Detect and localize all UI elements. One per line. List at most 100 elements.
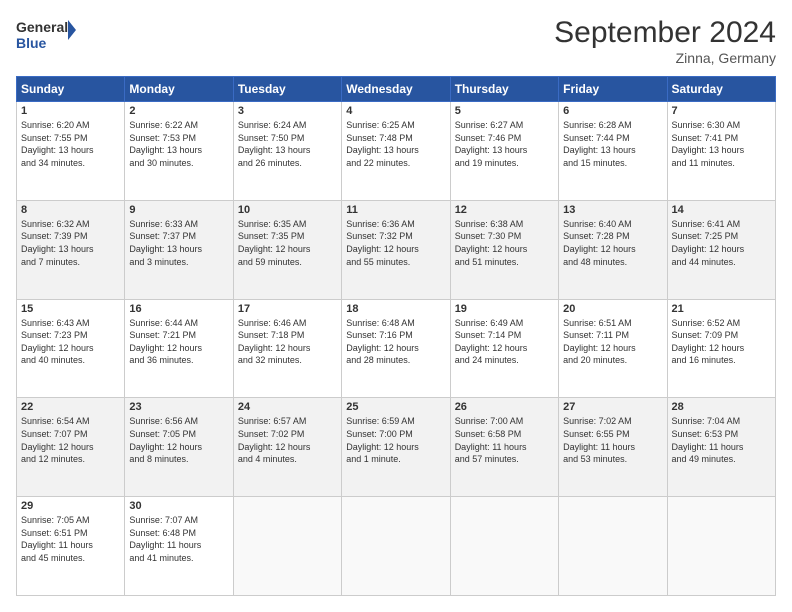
calendar-week-row: 22 Sunrise: 6:54 AM Sunset: 7:07 PM Dayli… [17, 398, 776, 497]
day-info: Sunrise: 6:35 AM Sunset: 7:35 PM Dayligh… [238, 218, 337, 268]
table-row [450, 497, 558, 596]
header-monday: Monday [125, 77, 233, 102]
table-row: 30 Sunrise: 7:07 AM Sunset: 6:48 PM Dayli… [125, 497, 233, 596]
header-wednesday: Wednesday [342, 77, 450, 102]
header-saturday: Saturday [667, 77, 775, 102]
day-number: 26 [455, 401, 554, 413]
table-row: 24 Sunrise: 6:57 AM Sunset: 7:02 PM Dayli… [233, 398, 341, 497]
table-row: 9Sunrise: 6:33 AM Sunset: 7:37 PM Daylig… [125, 200, 233, 299]
day-number: 5 [455, 105, 554, 117]
day-info: Sunrise: 7:02 AM Sunset: 6:55 PM Dayligh… [563, 415, 662, 465]
table-row: 17 Sunrise: 6:46 AM Sunset: 7:18 PM Dayli… [233, 299, 341, 398]
table-row [667, 497, 775, 596]
table-row: 1 Sunrise: 6:20 AM Sunset: 7:55 PM Daylig… [17, 102, 125, 201]
day-info: Sunrise: 6:41 AM Sunset: 7:25 PM Dayligh… [672, 218, 771, 268]
day-number: 20 [563, 303, 662, 315]
svg-text:General: General [16, 19, 68, 35]
day-number: 28 [672, 401, 771, 413]
day-info: Sunrise: 6:24 AM Sunset: 7:50 PM Dayligh… [238, 119, 337, 169]
day-info: Sunrise: 6:44 AM Sunset: 7:21 PM Dayligh… [129, 317, 228, 367]
day-info: Sunrise: 6:32 AM Sunset: 7:39 PM Dayligh… [21, 218, 120, 268]
day-info: Sunrise: 6:27 AM Sunset: 7:46 PM Dayligh… [455, 119, 554, 169]
table-row: 16 Sunrise: 6:44 AM Sunset: 7:21 PM Dayli… [125, 299, 233, 398]
day-number: 7 [672, 105, 771, 117]
day-number: 21 [672, 303, 771, 315]
day-info: Sunrise: 6:52 AM Sunset: 7:09 PM Dayligh… [672, 317, 771, 367]
table-row: 25 Sunrise: 6:59 AM Sunset: 7:00 PM Dayli… [342, 398, 450, 497]
table-row: 5 Sunrise: 6:27 AM Sunset: 7:46 PM Daylig… [450, 102, 558, 201]
header-friday: Friday [559, 77, 667, 102]
table-row: 29 Sunrise: 7:05 AM Sunset: 6:51 PM Dayli… [17, 497, 125, 596]
day-number: 1 [21, 105, 120, 117]
day-number: 4 [346, 105, 445, 117]
day-number: 17 [238, 303, 337, 315]
day-info: Sunrise: 6:33 AM Sunset: 7:37 PM Dayligh… [129, 218, 228, 268]
day-info: Sunrise: 7:07 AM Sunset: 6:48 PM Dayligh… [129, 514, 228, 564]
table-row: 12 Sunrise: 6:38 AM Sunset: 7:30 PM Dayli… [450, 200, 558, 299]
calendar-header-row: Sunday Monday Tuesday Wednesday Thursday… [17, 77, 776, 102]
day-number: 19 [455, 303, 554, 315]
table-row [342, 497, 450, 596]
table-row: 6Sunrise: 6:28 AM Sunset: 7:44 PM Daylig… [559, 102, 667, 201]
table-row: 19 Sunrise: 6:49 AM Sunset: 7:14 PM Dayli… [450, 299, 558, 398]
day-number: 10 [238, 204, 337, 216]
day-number: 16 [129, 303, 228, 315]
table-row: 22 Sunrise: 6:54 AM Sunset: 7:07 PM Dayli… [17, 398, 125, 497]
calendar-week-row: 15 Sunrise: 6:43 AM Sunset: 7:23 PM Dayli… [17, 299, 776, 398]
day-number: 12 [455, 204, 554, 216]
table-row: 2 Sunrise: 6:22 AM Sunset: 7:53 PM Daylig… [125, 102, 233, 201]
table-row: 20 Sunrise: 6:51 AM Sunset: 7:11 PM Dayli… [559, 299, 667, 398]
table-row: 11 Sunrise: 6:36 AM Sunset: 7:32 PM Dayli… [342, 200, 450, 299]
day-info: Sunrise: 6:25 AM Sunset: 7:48 PM Dayligh… [346, 119, 445, 169]
day-info: Sunrise: 6:38 AM Sunset: 7:30 PM Dayligh… [455, 218, 554, 268]
day-info: Sunrise: 7:04 AM Sunset: 6:53 PM Dayligh… [672, 415, 771, 465]
day-number: 30 [129, 500, 228, 512]
day-number: 6 [563, 105, 662, 117]
logo-svg: General Blue [16, 16, 76, 52]
day-number: 23 [129, 401, 228, 413]
day-info: Sunrise: 6:54 AM Sunset: 7:07 PM Dayligh… [21, 415, 120, 465]
table-row: 14 Sunrise: 6:41 AM Sunset: 7:25 PM Dayli… [667, 200, 775, 299]
title-block: September 2024 Zinna, Germany [554, 16, 776, 66]
day-number: 11 [346, 204, 445, 216]
day-number: 29 [21, 500, 120, 512]
table-row: 28 Sunrise: 7:04 AM Sunset: 6:53 PM Dayli… [667, 398, 775, 497]
day-info: Sunrise: 6:48 AM Sunset: 7:16 PM Dayligh… [346, 317, 445, 367]
day-info: Sunrise: 6:49 AM Sunset: 7:14 PM Dayligh… [455, 317, 554, 367]
day-info: Sunrise: 6:30 AM Sunset: 7:41 PM Dayligh… [672, 119, 771, 169]
day-info: Sunrise: 6:59 AM Sunset: 7:00 PM Dayligh… [346, 415, 445, 465]
table-row: 8Sunrise: 6:32 AM Sunset: 7:39 PM Daylig… [17, 200, 125, 299]
table-row: 27Sunrise: 7:02 AM Sunset: 6:55 PM Dayli… [559, 398, 667, 497]
day-number: 2 [129, 105, 228, 117]
day-info: Sunrise: 6:22 AM Sunset: 7:53 PM Dayligh… [129, 119, 228, 169]
day-info: Sunrise: 6:43 AM Sunset: 7:23 PM Dayligh… [21, 317, 120, 367]
day-number: 13 [563, 204, 662, 216]
day-number: 14 [672, 204, 771, 216]
table-row: 15 Sunrise: 6:43 AM Sunset: 7:23 PM Dayli… [17, 299, 125, 398]
calendar-week-row: 1 Sunrise: 6:20 AM Sunset: 7:55 PM Daylig… [17, 102, 776, 201]
day-number: 24 [238, 401, 337, 413]
header-tuesday: Tuesday [233, 77, 341, 102]
day-info: Sunrise: 6:51 AM Sunset: 7:11 PM Dayligh… [563, 317, 662, 367]
day-info: Sunrise: 6:46 AM Sunset: 7:18 PM Dayligh… [238, 317, 337, 367]
table-row: 3Sunrise: 6:24 AM Sunset: 7:50 PM Daylig… [233, 102, 341, 201]
day-number: 22 [21, 401, 120, 413]
svg-text:Blue: Blue [16, 35, 47, 51]
day-info: Sunrise: 7:05 AM Sunset: 6:51 PM Dayligh… [21, 514, 120, 564]
day-number: 25 [346, 401, 445, 413]
table-row: 13 Sunrise: 6:40 AM Sunset: 7:28 PM Dayli… [559, 200, 667, 299]
table-row: 7 Sunrise: 6:30 AM Sunset: 7:41 PM Daylig… [667, 102, 775, 201]
day-number: 18 [346, 303, 445, 315]
table-row: 18 Sunrise: 6:48 AM Sunset: 7:16 PM Dayli… [342, 299, 450, 398]
table-row: 21 Sunrise: 6:52 AM Sunset: 7:09 PM Dayli… [667, 299, 775, 398]
day-number: 15 [21, 303, 120, 315]
location: Zinna, Germany [554, 50, 776, 66]
logo: General Blue [16, 16, 76, 52]
calendar-week-row: 8Sunrise: 6:32 AM Sunset: 7:39 PM Daylig… [17, 200, 776, 299]
day-info: Sunrise: 6:57 AM Sunset: 7:02 PM Dayligh… [238, 415, 337, 465]
day-info: Sunrise: 6:36 AM Sunset: 7:32 PM Dayligh… [346, 218, 445, 268]
day-info: Sunrise: 6:20 AM Sunset: 7:55 PM Dayligh… [21, 119, 120, 169]
day-info: Sunrise: 6:40 AM Sunset: 7:28 PM Dayligh… [563, 218, 662, 268]
table-row: 10 Sunrise: 6:35 AM Sunset: 7:35 PM Dayli… [233, 200, 341, 299]
day-info: Sunrise: 7:00 AM Sunset: 6:58 PM Dayligh… [455, 415, 554, 465]
